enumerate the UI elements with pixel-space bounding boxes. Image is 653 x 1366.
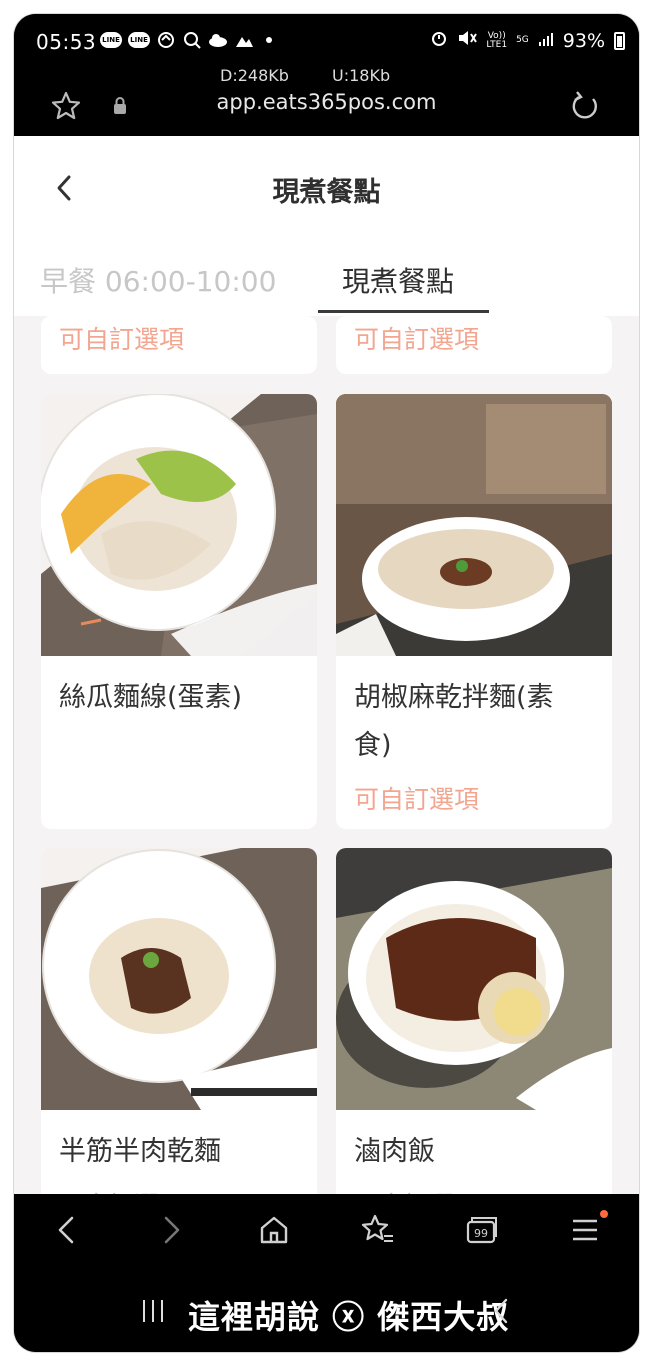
menu-card-partial[interactable]: 可自訂選項 [41,316,317,374]
luffa-noodles-photo [41,394,317,656]
tab-fresh-cooked[interactable]: 現煮餐點 [342,260,454,300]
tab-breakfast[interactable]: 早餐 06:00-10:00 [40,260,276,300]
system-navigation-bar: 這裡胡說 ⓧ 傑西大叔 [14,1282,639,1342]
notification-icons: LINE LINE [100,30,272,50]
menu-item-name: 半筋半肉乾麵 [59,1136,221,1167]
customizable-label: 可自訂選項 [354,785,480,814]
cloud-icon [208,30,228,50]
sync-icon [156,30,176,50]
download-speed: D:248Kb [220,66,289,85]
volte-label: Vo)) LTE1 [486,31,508,50]
battery-level: 93% [562,29,605,52]
category-tabs: 早餐 06:00-10:00 現煮餐點 [14,248,639,316]
image-icon [234,30,254,50]
clock: 05:53 [36,30,97,54]
bookmarks-button[interactable] [360,1212,396,1252]
home-button[interactable] [258,1212,290,1252]
beef-noodles-photo [41,848,317,1110]
chevron-left-icon [58,1216,74,1244]
tabs-icon: 99 [466,1217,497,1244]
tabs-button[interactable]: 99 [464,1212,500,1252]
alarm-icon [430,29,448,52]
menu-card-braised-pork-rice[interactable]: 滷肉飯 可自訂選項 [336,848,612,1194]
customizable-label: 可自訂選項 [354,325,480,354]
menu-card-beef-noodles[interactable]: 半筋半肉乾麵 可自訂選項 [41,848,317,1194]
system-status-icons: Vo)) LTE1 5G 93% [430,29,625,52]
search-app-icon [182,30,202,50]
menu-notification-dot [600,1210,608,1218]
reload-button[interactable] [568,90,602,128]
mute-icon [457,29,478,52]
menu-card-partial[interactable]: 可自訂選項 [336,316,612,374]
customizable-label: 可自訂選項 [59,325,185,354]
chevron-right-icon [164,1216,180,1244]
customizable-label: 可自訂選項 [59,1186,184,1194]
hamburger-menu-icon [573,1219,597,1241]
network-type: 5G [516,35,529,45]
home-icon [260,1216,288,1244]
browser-forward-button[interactable] [160,1212,184,1252]
more-notifications-dot [266,37,272,43]
url-field[interactable]: app.eats365pos.com [14,90,639,114]
page-title: 現煮餐點 [272,177,381,208]
recent-apps-button[interactable] [140,1296,166,1330]
signal-icon [538,30,554,52]
menu-card-luffa-noodles[interactable]: 絲瓜麵線(蛋素) [41,394,317,829]
recent-apps-icon [143,1300,163,1322]
phone-screen: 05:53 LINE LINE Vo)) LTE1 5G 93% D:248Kb… [14,14,639,1352]
line-icon: LINE [128,32,150,48]
page-header: 現煮餐點 [14,136,639,248]
active-tab-indicator [318,310,489,313]
watermark-text: 這裡胡說 ⓧ 傑西大叔 [188,1298,510,1336]
upload-speed: U:18Kb [332,66,391,85]
braised-pork-rice-photo [336,848,612,1110]
menu-item-name: 胡椒麻乾拌麵(素 [354,682,554,713]
line-icon: LINE [100,32,122,48]
browser-back-button[interactable] [54,1212,78,1252]
reload-icon [572,91,597,119]
pepper-noodles-photo [336,394,612,656]
battery-icon [614,31,625,50]
web-page: 現煮餐點 早餐 06:00-10:00 現煮餐點 可自訂選項 可自訂選項 絲瓜麵… [14,136,639,1194]
browser-address-bar: D:248Kb U:18Kb app.eats365pos.com [14,64,639,136]
tab-count: 99 [474,1227,488,1240]
menu-item-name-cont: 食) [354,730,392,761]
menu-card-pepper-noodles[interactable]: 胡椒麻乾拌麵(素 食) 可自訂選項 [336,394,612,829]
menu-item-name: 絲瓜麵線(蛋素) [59,682,243,713]
system-back-button[interactable] [490,1296,512,1330]
volte-bottom: LTE1 [486,39,508,50]
customizable-label: 可自訂選項 [354,1186,479,1194]
chevron-left-icon [494,1298,508,1324]
menu-button[interactable] [570,1212,600,1252]
menu-item-name: 滷肉飯 [354,1136,435,1167]
browser-bottom-toolbar: 99 這裡胡說 ⓧ 傑西大叔 [14,1194,639,1352]
bookmarks-star-icon [361,1214,393,1242]
